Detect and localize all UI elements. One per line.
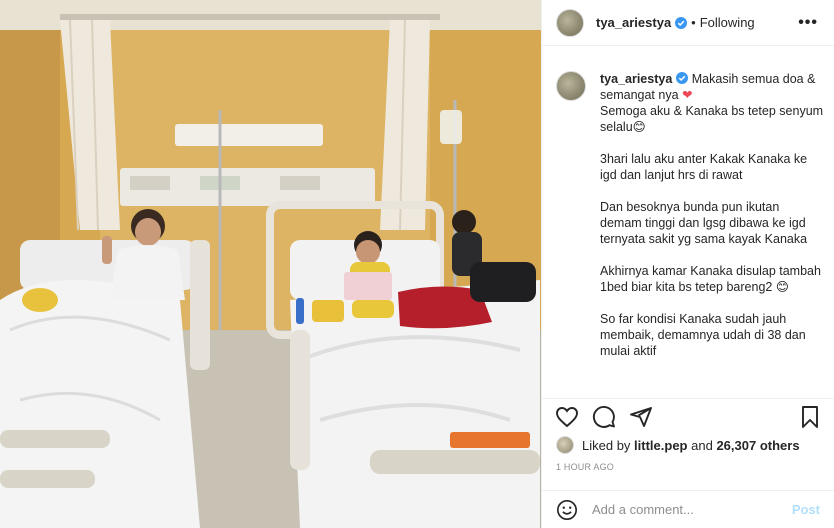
post-panel: tya_ariestya • Following ••• tya_ariesty… [541, 0, 834, 528]
smile-emoji: 😊 [632, 120, 646, 134]
caption-line2: semangat nya [600, 88, 679, 102]
more-options-icon[interactable]: ••• [798, 14, 818, 32]
caption-section: tya_ariestya Makasih semua doa & semanga… [556, 71, 824, 389]
caption-para3: Dan besoknya bunda pun ikutan demam ting… [600, 200, 808, 246]
likes-line: Liked by little.pep and 26,307 others [556, 436, 800, 454]
post-header: tya_ariestya • Following ••• [542, 0, 834, 46]
comment-input[interactable]: Add a comment... [592, 502, 792, 517]
bookmark-icon[interactable] [798, 405, 822, 429]
avatar[interactable] [556, 8, 584, 37]
caption-text: tya_ariestya Makasih semua doa & semanga… [600, 71, 824, 389]
caption-para5: So far kondisi Kanaka sudah jauh membaik… [600, 312, 806, 358]
smile-emoji: 😊 [775, 280, 789, 294]
caption-para2: 3hari lalu aku anter Kakak Kanaka ke igd… [600, 152, 808, 182]
instagram-post: tya_ariestya • Following ••• tya_ariesty… [0, 0, 834, 528]
comment-box: Add a comment... Post [542, 490, 834, 528]
hospital-room-photo [0, 0, 541, 528]
liker-avatar[interactable] [556, 436, 574, 454]
share-icon[interactable] [629, 405, 653, 429]
caption-line1: Makasih semua doa & [691, 72, 816, 86]
caption-para4-wrap: Akhirnya kamar Kanaka disulap tambah 1be… [600, 263, 824, 295]
liker-username[interactable]: little.pep [634, 438, 687, 453]
comment-icon[interactable] [592, 405, 616, 429]
header-separator: • [691, 15, 696, 30]
caption-avatar[interactable] [556, 71, 586, 101]
heart-emoji: ❤ [682, 88, 693, 102]
likes-count[interactable]: 26,307 others [716, 438, 799, 453]
liked-by-prefix: Liked by [582, 437, 631, 453]
post-button[interactable]: Post [792, 502, 820, 517]
verified-badge-icon [676, 72, 689, 84]
verified-badge-icon [675, 16, 688, 29]
heart-icon[interactable] [555, 405, 579, 429]
likes-and: and [691, 437, 713, 453]
post-photo[interactable] [0, 0, 541, 528]
header-username[interactable]: tya_ariestya [596, 15, 671, 30]
following-button[interactable]: Following [700, 15, 755, 30]
caption-username[interactable]: tya_ariestya [600, 72, 672, 86]
emoji-icon[interactable] [556, 499, 578, 521]
post-timestamp[interactable]: 1 HOUR AGO [556, 462, 614, 472]
action-bar [542, 398, 834, 432]
